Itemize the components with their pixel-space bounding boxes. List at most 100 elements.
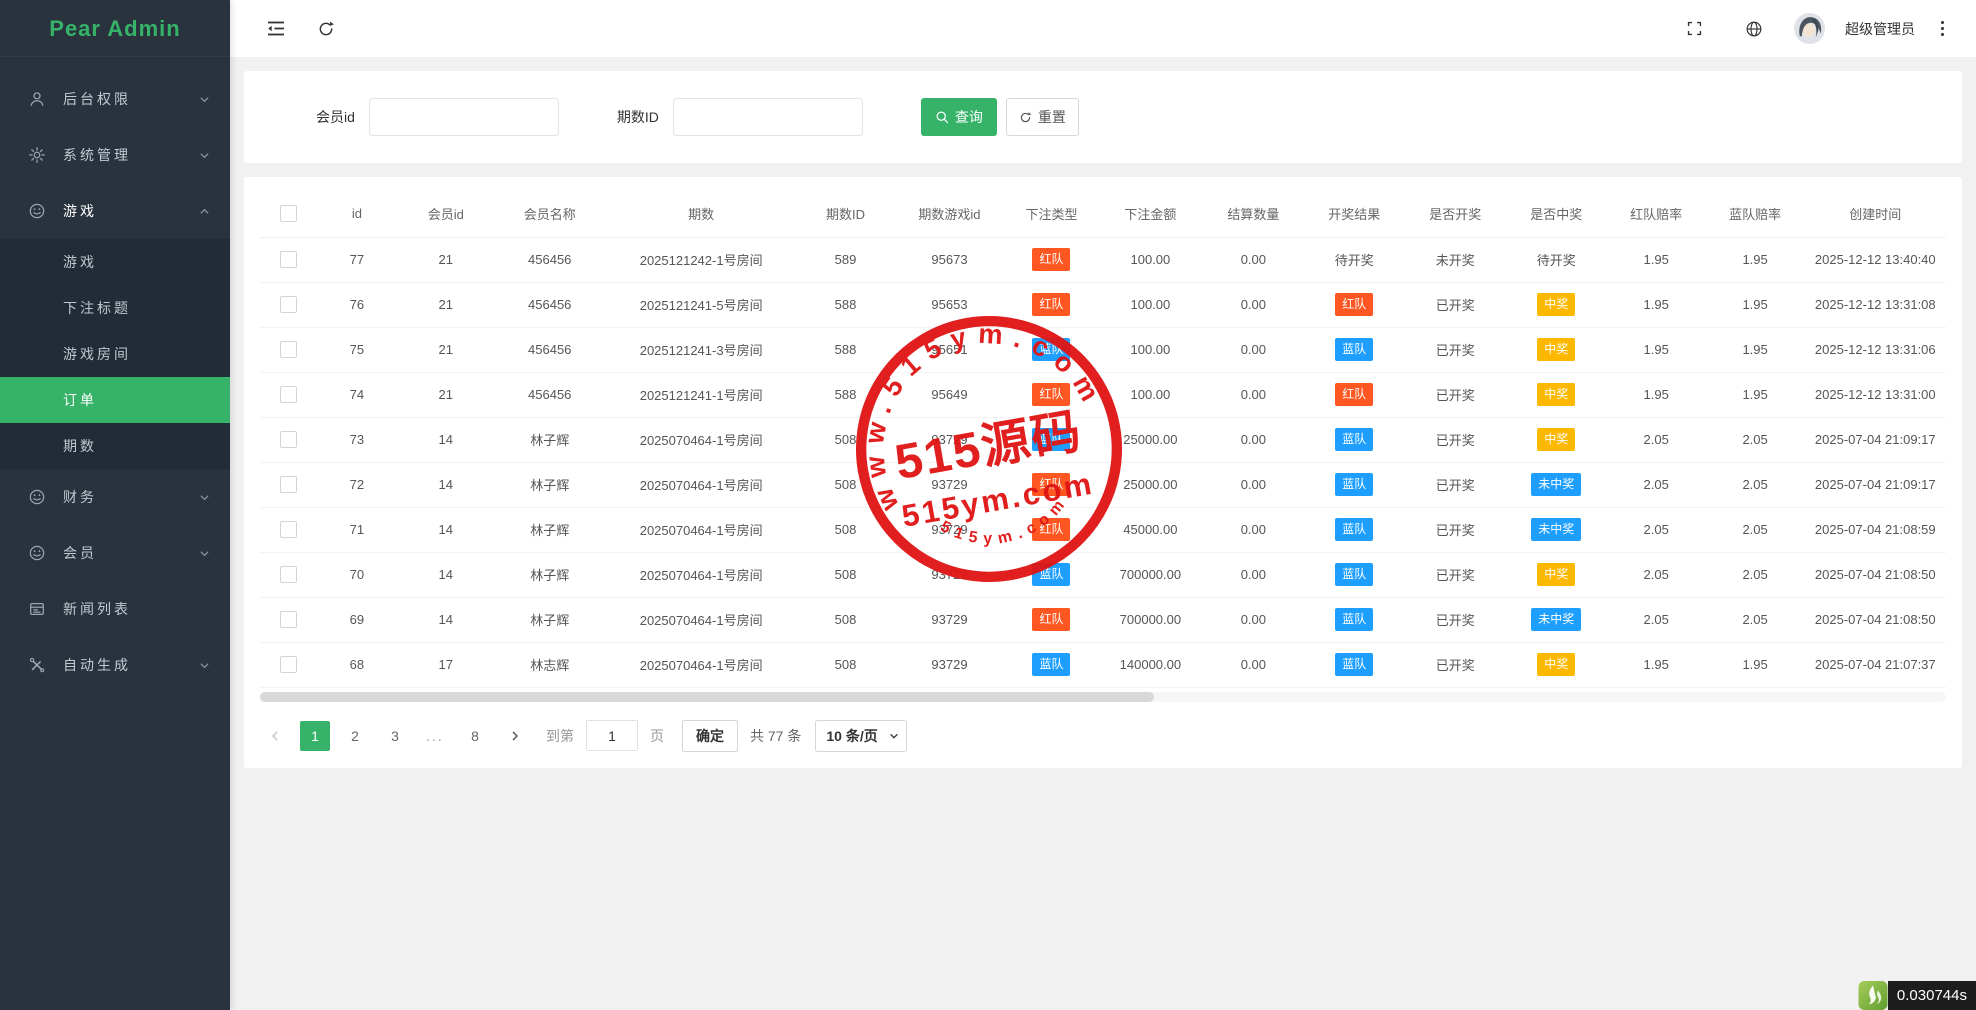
- cell-created: 2025-07-04 21:09:17: [1805, 462, 1946, 507]
- table-row: 6914林子辉2025070464-1号房间50893729红队700000.0…: [260, 597, 1946, 642]
- debug-trace-badge[interactable]: 0.030744s: [1858, 981, 1976, 1010]
- cell-created: 2025-12-12 13:40:40: [1805, 237, 1946, 282]
- column-header: 红队赔率: [1607, 191, 1706, 237]
- column-header: id: [317, 191, 398, 237]
- current-user-name[interactable]: 超级管理员: [1845, 19, 1915, 39]
- cell-period_game_id: 93729: [894, 417, 1005, 462]
- smiley-icon: [28, 488, 48, 506]
- cell-is_drawn: 已开奖: [1405, 597, 1506, 642]
- row-checkbox[interactable]: [280, 611, 297, 628]
- fullscreen-icon[interactable]: [1674, 9, 1714, 49]
- row-checkbox[interactable]: [280, 431, 297, 448]
- cell-period_id: 588: [797, 282, 894, 327]
- main-area: 超级管理员 会员id 期数ID 查询 重置: [230, 0, 1976, 1010]
- news-icon: [28, 600, 48, 618]
- pagination: 1 2 3 ... 8 到第 页 确定 共 77 条 10 条/页: [260, 720, 1946, 752]
- page-button-3[interactable]: 3: [380, 721, 410, 751]
- cell-result: 蓝队: [1304, 642, 1405, 687]
- thinkphp-icon: [1858, 981, 1888, 1010]
- collapse-sidebar-icon[interactable]: [256, 9, 296, 49]
- cell-period: 2025070464-1号房间: [605, 507, 797, 552]
- page-button-8[interactable]: 8: [460, 721, 490, 751]
- cell-bet_type: 红队: [1005, 462, 1098, 507]
- sidebar-item-system-management[interactable]: 系统管理: [0, 127, 230, 183]
- page-button-1[interactable]: 1: [300, 721, 330, 751]
- cell-created: 2025-07-04 21:09:17: [1805, 417, 1946, 462]
- cell-period_game_id: 93729: [894, 462, 1005, 507]
- sidebar-item-backend-permissions[interactable]: 后台权限: [0, 71, 230, 127]
- cell-period_id: 589: [797, 237, 894, 282]
- cell-member_name: 林志辉: [494, 642, 605, 687]
- status-badge: 蓝队: [1032, 428, 1070, 451]
- member-id-label: 会员id: [316, 107, 355, 127]
- more-options-icon[interactable]: [1935, 15, 1950, 42]
- column-header: 期数: [605, 191, 797, 237]
- member-id-input[interactable]: [369, 98, 559, 136]
- cell-result: 红队: [1304, 372, 1405, 417]
- column-header: 下注金额: [1098, 191, 1203, 237]
- cell-is_win: 未中奖: [1506, 597, 1607, 642]
- sidebar-item-label: 游戏: [63, 201, 199, 221]
- column-header: 下注类型: [1005, 191, 1098, 237]
- sidebar-subitem-bet-title[interactable]: 下注标题: [0, 285, 230, 331]
- row-checkbox[interactable]: [280, 566, 297, 583]
- cell-period: 2025121241-3号房间: [605, 327, 797, 372]
- column-header: 期数游戏id: [894, 191, 1005, 237]
- page-button-2[interactable]: 2: [340, 721, 370, 751]
- period-id-input[interactable]: [673, 98, 863, 136]
- next-page-button[interactable]: [500, 721, 530, 751]
- sidebar-item-news-list[interactable]: 新闻列表: [0, 581, 230, 637]
- select-all-checkbox[interactable]: [280, 205, 297, 222]
- row-checkbox[interactable]: [280, 386, 297, 403]
- column-header: 创建时间: [1805, 191, 1946, 237]
- status-badge: 红队: [1032, 518, 1070, 541]
- cell-period_game_id: 93729: [894, 642, 1005, 687]
- cell-red_odds: 1.95: [1607, 282, 1706, 327]
- cell-created: 2025-12-12 13:31:08: [1805, 282, 1946, 327]
- cell-bet_type: 红队: [1005, 597, 1098, 642]
- cell-period: 2025121241-5号房间: [605, 282, 797, 327]
- topbar-right: 超级管理员: [1674, 9, 1950, 49]
- sidebar-subitem-game[interactable]: 游戏: [0, 239, 230, 285]
- sidebar-subitem-game-room[interactable]: 游戏房间: [0, 331, 230, 377]
- row-checkbox[interactable]: [280, 251, 297, 268]
- sidebar-subitem-periods[interactable]: 期数: [0, 423, 230, 469]
- status-badge: 红队: [1032, 383, 1070, 406]
- cell-bet_type: 蓝队: [1005, 327, 1098, 372]
- row-checkbox[interactable]: [280, 656, 297, 673]
- confirm-page-button[interactable]: 确定: [682, 720, 738, 752]
- cell-period_game_id: 95653: [894, 282, 1005, 327]
- row-checkbox[interactable]: [280, 296, 297, 313]
- reset-button[interactable]: 重置: [1006, 98, 1079, 136]
- status-text: 待开奖: [1537, 253, 1576, 268]
- cell-red_odds: 2.05: [1607, 417, 1706, 462]
- sidebar-item-label: 自动生成: [63, 655, 199, 675]
- sidebar-item-finance[interactable]: 财务: [0, 469, 230, 525]
- sidebar-item-members[interactable]: 会员: [0, 525, 230, 581]
- refresh-icon[interactable]: [306, 9, 346, 49]
- avatar[interactable]: [1794, 13, 1825, 44]
- table-row: 76214564562025121241-5号房间58895653红队100.0…: [260, 282, 1946, 327]
- status-badge: 蓝队: [1032, 653, 1070, 676]
- horizontal-scrollbar[interactable]: [260, 692, 1946, 702]
- row-checkbox[interactable]: [280, 476, 297, 493]
- status-badge: 蓝队: [1335, 428, 1373, 451]
- sidebar-subitem-orders[interactable]: 订单: [0, 377, 230, 423]
- cell-bet_type: 蓝队: [1005, 417, 1098, 462]
- cell-period: 2025070464-1号房间: [605, 417, 797, 462]
- language-globe-icon[interactable]: [1734, 9, 1774, 49]
- status-badge: 红队: [1032, 248, 1070, 271]
- status-badge: 中奖: [1537, 653, 1575, 676]
- sidebar-item-auto-generate[interactable]: 自动生成: [0, 637, 230, 693]
- sidebar-item-game[interactable]: 游戏: [0, 183, 230, 239]
- row-checkbox[interactable]: [280, 521, 297, 538]
- cell-period_game_id: 93729: [894, 552, 1005, 597]
- cell-red_odds: 1.95: [1607, 237, 1706, 282]
- row-checkbox[interactable]: [280, 341, 297, 358]
- goto-page-input[interactable]: [586, 720, 638, 751]
- prev-page-button[interactable]: [260, 721, 290, 751]
- query-button[interactable]: 查询: [921, 98, 997, 136]
- per-page-select[interactable]: 10 条/页: [815, 720, 907, 752]
- cell-id: 71: [317, 507, 398, 552]
- scrollbar-thumb[interactable]: [260, 692, 1154, 702]
